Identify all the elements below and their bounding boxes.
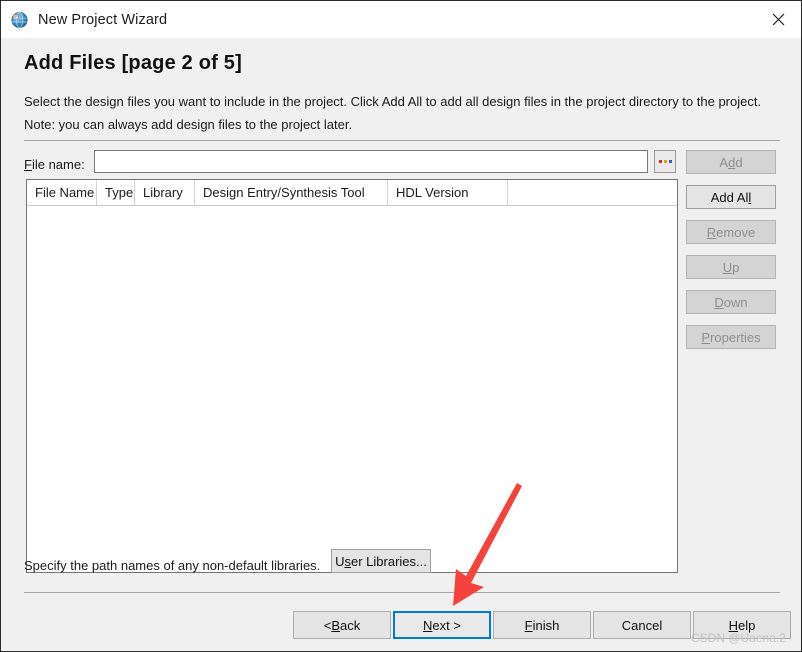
user-libraries-label-suffix: er Libraries...	[351, 553, 427, 569]
remove-button[interactable]: Remove	[686, 220, 776, 244]
column-header-library[interactable]: Library	[135, 180, 195, 206]
move-down-button[interactable]: Down	[686, 290, 776, 314]
description-line-1: Select the design files you want to incl…	[24, 94, 762, 109]
browse-dot-yellow	[663, 160, 667, 163]
new-project-wizard-dialog: New Project Wizard Add Files [page 2 of …	[0, 0, 802, 652]
dialog-content: Add Files [page 2 of 5] Select the desig…	[1, 38, 801, 651]
down-button-label-mnemonic: D	[714, 294, 724, 310]
browse-dot-blue	[668, 160, 672, 163]
user-libraries-label-prefix: U	[335, 553, 345, 569]
column-header-hdl-version[interactable]: HDL Version	[388, 180, 508, 206]
next-button-label-suffix: ext >	[432, 617, 461, 633]
file-name-input[interactable]	[94, 150, 648, 173]
watermark-text: CSDN @Uaena.2	[691, 631, 786, 645]
column-header-file-name[interactable]: File Name	[27, 180, 97, 206]
quartus-globe-icon	[10, 10, 30, 30]
user-libraries-button[interactable]: Us er Libraries...	[331, 549, 431, 573]
remove-button-label-suffix: emove	[716, 224, 756, 240]
cancel-button[interactable]: Cancel	[593, 611, 691, 639]
file-list-header: File Name Type Library Design Entry/Synt…	[27, 180, 677, 206]
top-separator	[24, 140, 780, 141]
back-button-label-suffix: ack	[340, 617, 361, 633]
bottom-separator	[24, 592, 780, 593]
description-line-2: Note: you can always add design files to…	[24, 117, 353, 132]
user-libraries-description: Specify the path names of any non-defaul…	[24, 558, 321, 573]
title-bar: New Project Wizard	[1, 1, 801, 38]
window-title: New Project Wizard	[38, 11, 168, 28]
next-button-label-mnemonic: N	[423, 617, 433, 633]
up-button-label-suffix: p	[732, 259, 740, 275]
add-button-label-mnemonic: d	[728, 154, 736, 170]
finish-button-label-suffix: inish	[532, 617, 560, 633]
add-button-label-prefix: A	[719, 154, 729, 170]
file-name-label: File name:	[24, 157, 85, 172]
column-header-type[interactable]: Type	[97, 180, 135, 206]
add-button-label-suffix: d	[735, 154, 743, 170]
down-button-label-suffix: own	[723, 294, 748, 310]
cancel-button-label-prefix: Cancel	[621, 617, 663, 633]
finish-button-label-mnemonic: F	[524, 617, 533, 633]
close-icon[interactable]	[755, 1, 801, 38]
back-button-label-prefix: <	[323, 617, 332, 633]
finish-button[interactable]: Finish	[493, 611, 591, 639]
add-all-button-label-mnemonic: l	[748, 189, 752, 205]
properties-button-label-suffix: roperties	[710, 329, 761, 345]
properties-button-label-mnemonic: P	[701, 329, 711, 345]
file-name-label-rest: ile name:	[31, 157, 85, 172]
next-button[interactable]: Next >	[393, 611, 491, 639]
add-all-button-label-prefix: Add Al	[710, 189, 749, 205]
file-list-table[interactable]: File Name Type Library Design Entry/Synt…	[26, 179, 678, 573]
remove-button-label-mnemonic: R	[706, 224, 717, 240]
file-name-label-mnemonic: F	[24, 157, 32, 172]
file-list-body[interactable]	[27, 206, 677, 572]
browse-dot-red	[658, 160, 662, 163]
up-button-label-mnemonic: U	[722, 259, 733, 275]
move-up-button[interactable]: Up	[686, 255, 776, 279]
add-button[interactable]: Add	[686, 150, 776, 174]
browse-files-button[interactable]	[654, 150, 676, 173]
column-header-design-entry-synthesis-tool[interactable]: Design Entry/Synthesis Tool	[195, 180, 388, 206]
back-button-label-mnemonic: B	[331, 617, 341, 633]
properties-button[interactable]: Properties	[686, 325, 776, 349]
page-title: Add Files [page 2 of 5]	[24, 52, 242, 74]
add-all-button[interactable]: Add Al l	[686, 185, 776, 209]
back-button[interactable]: < Back	[293, 611, 391, 639]
